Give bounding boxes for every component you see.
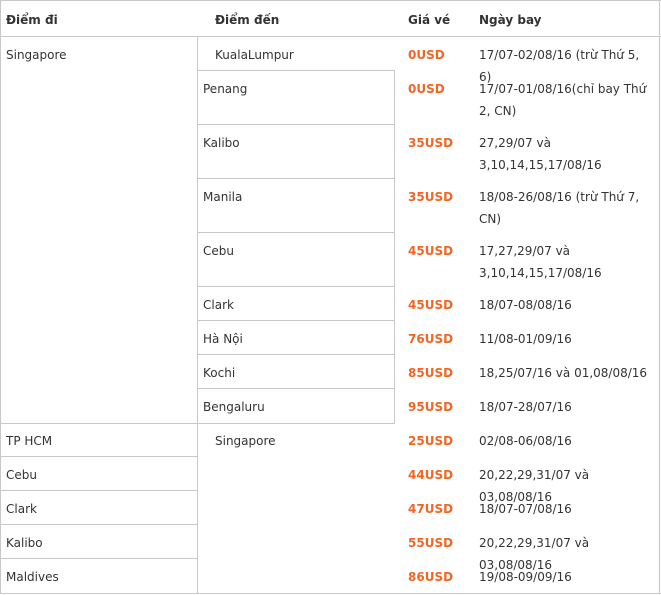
price-cell: 25USD bbox=[408, 434, 454, 448]
price-cell: 45USD bbox=[408, 244, 454, 258]
dates-cell: 27,29/07 và 3,10,14,15,17/08/16 bbox=[479, 136, 602, 172]
price-cell: 85USD bbox=[408, 366, 454, 380]
price-cell: 35USD bbox=[408, 190, 454, 204]
divider bbox=[0, 36, 661, 37]
price-cell: 86USD bbox=[408, 570, 454, 584]
origin-cell: Maldives bbox=[6, 570, 59, 584]
destination-cell: Manila bbox=[203, 190, 243, 204]
origin-cell: Singapore bbox=[6, 48, 67, 62]
divider bbox=[198, 388, 395, 389]
dates-cell: 11/08-01/09/16 bbox=[479, 332, 572, 346]
dates-cell: 02/08-06/08/16 bbox=[479, 434, 572, 448]
header-price: Giá vé bbox=[408, 13, 451, 27]
header-from: Điểm đi bbox=[6, 13, 58, 27]
divider bbox=[0, 423, 395, 424]
price-cell: 45USD bbox=[408, 298, 454, 312]
destination-cell: KualaLumpur bbox=[215, 48, 294, 62]
price-cell: 47USD bbox=[408, 502, 454, 516]
price-cell: 76USD bbox=[408, 332, 454, 346]
origin-cell: Kalibo bbox=[6, 536, 43, 550]
divider bbox=[198, 70, 395, 71]
divider bbox=[0, 524, 198, 525]
origin-cell: Cebu bbox=[6, 468, 37, 482]
price-cell: 55USD bbox=[408, 536, 454, 550]
divider bbox=[0, 558, 198, 559]
divider bbox=[198, 320, 395, 321]
divider bbox=[0, 456, 198, 457]
destination-cell: Kochi bbox=[203, 366, 236, 380]
dates-cell: 18/07-07/08/16 bbox=[479, 502, 572, 516]
destination-cell: Bengaluru bbox=[203, 400, 265, 414]
dates-cell: 17,27,29/07 và 3,10,14,15,17/08/16 bbox=[479, 244, 602, 280]
header-to: Điểm đến bbox=[215, 13, 280, 27]
dates-cell: 17/07-01/08/16(chỉ bay Thứ 2, CN) bbox=[479, 82, 647, 118]
dates-cell: 19/08-09/09/16 bbox=[479, 570, 572, 584]
dates-cell: 18,25/07/16 và 01,08/08/16 bbox=[479, 366, 648, 380]
destination-cell: Kalibo bbox=[203, 136, 240, 150]
price-cell: 95USD bbox=[408, 400, 454, 414]
destination-cell: Hà Nội bbox=[203, 332, 243, 346]
divider bbox=[198, 354, 395, 355]
header-dates: Ngày bay bbox=[479, 13, 542, 27]
divider bbox=[0, 490, 198, 491]
destination-cell: Penang bbox=[203, 82, 248, 96]
price-cell: 44USD bbox=[408, 468, 454, 482]
origin-cell: TP HCM bbox=[6, 434, 53, 448]
divider bbox=[198, 232, 395, 233]
dates-cell: 18/07-08/08/16 bbox=[479, 298, 572, 312]
destination-cell: Cebu bbox=[203, 244, 234, 258]
divider bbox=[198, 178, 395, 179]
divider bbox=[0, 0, 661, 1]
price-cell: 35USD bbox=[408, 136, 454, 150]
price-cell: 0USD bbox=[408, 82, 445, 96]
divider bbox=[198, 124, 395, 125]
origin-cell: Clark bbox=[6, 502, 37, 516]
divider bbox=[0, 593, 661, 594]
dates-cell: 18/07-28/07/16 bbox=[479, 400, 572, 414]
destination-cell: Singapore bbox=[215, 434, 276, 448]
destination-cell: Clark bbox=[203, 298, 234, 312]
dates-cell: 18/08-26/08/16 (trừ Thứ 7, CN) bbox=[479, 190, 640, 226]
divider bbox=[198, 286, 395, 287]
flight-price-table: Điểm đi Điểm đến Giá vé Ngày bay Singapo… bbox=[0, 0, 661, 595]
price-cell: 0USD bbox=[408, 48, 445, 62]
